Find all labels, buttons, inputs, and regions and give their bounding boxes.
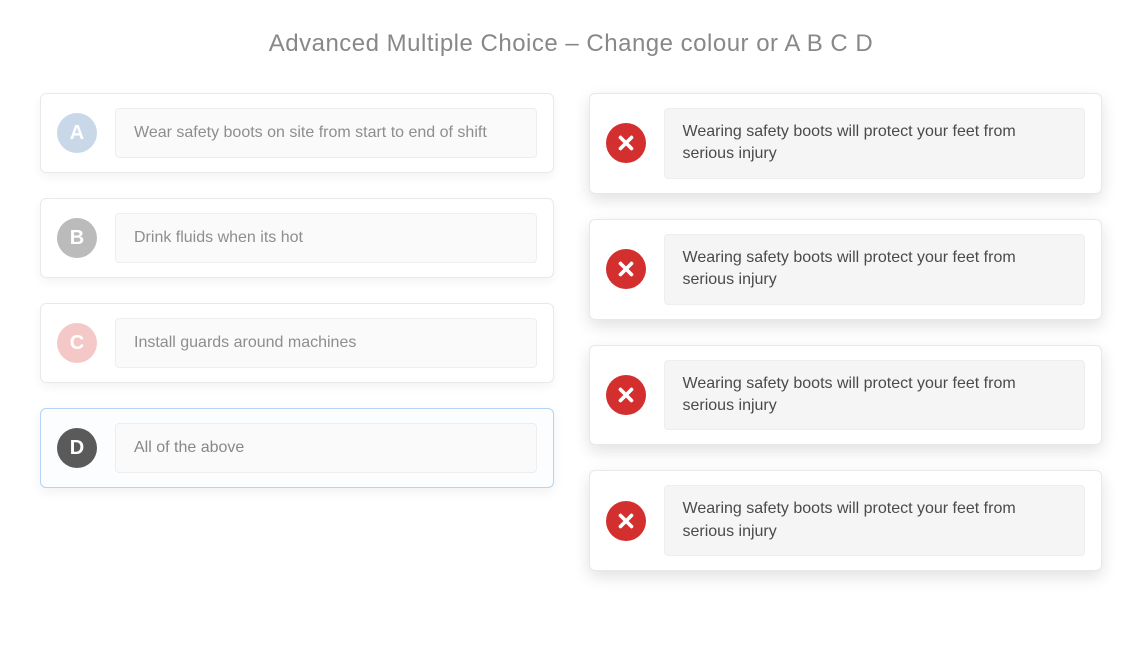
incorrect-icon xyxy=(606,375,646,415)
option-text: Install guards around machines xyxy=(115,318,537,368)
feedback-column: Wearing safety boots will protect your f… xyxy=(589,93,1103,571)
incorrect-icon xyxy=(606,249,646,289)
incorrect-icon xyxy=(606,501,646,541)
feedback-card[interactable]: Wearing safety boots will protect your f… xyxy=(589,219,1103,320)
feedback-text: Wearing safety boots will protect your f… xyxy=(664,485,1086,556)
option-text: Drink fluids when its hot xyxy=(115,213,537,263)
quiz-container: A Wear safety boots on site from start t… xyxy=(40,93,1102,571)
option-letter-badge: D xyxy=(57,428,97,468)
page-title: Advanced Multiple Choice – Change colour… xyxy=(40,30,1102,58)
option-card-a[interactable]: A Wear safety boots on site from start t… xyxy=(40,93,554,173)
option-text: Wear safety boots on site from start to … xyxy=(115,108,537,158)
feedback-card[interactable]: Wearing safety boots will protect your f… xyxy=(589,93,1103,194)
feedback-text: Wearing safety boots will protect your f… xyxy=(664,360,1086,431)
option-card-c[interactable]: C Install guards around machines xyxy=(40,303,554,383)
feedback-text: Wearing safety boots will protect your f… xyxy=(664,108,1086,179)
feedback-card[interactable]: Wearing safety boots will protect your f… xyxy=(589,470,1103,571)
feedback-text: Wearing safety boots will protect your f… xyxy=(664,234,1086,305)
option-letter-badge: A xyxy=(57,113,97,153)
feedback-card[interactable]: Wearing safety boots will protect your f… xyxy=(589,345,1103,446)
option-card-d[interactable]: D All of the above xyxy=(40,408,554,488)
options-column: A Wear safety boots on site from start t… xyxy=(40,93,554,571)
option-card-b[interactable]: B Drink fluids when its hot xyxy=(40,198,554,278)
option-letter-badge: C xyxy=(57,323,97,363)
option-text: All of the above xyxy=(115,423,537,473)
incorrect-icon xyxy=(606,123,646,163)
option-letter-badge: B xyxy=(57,218,97,258)
